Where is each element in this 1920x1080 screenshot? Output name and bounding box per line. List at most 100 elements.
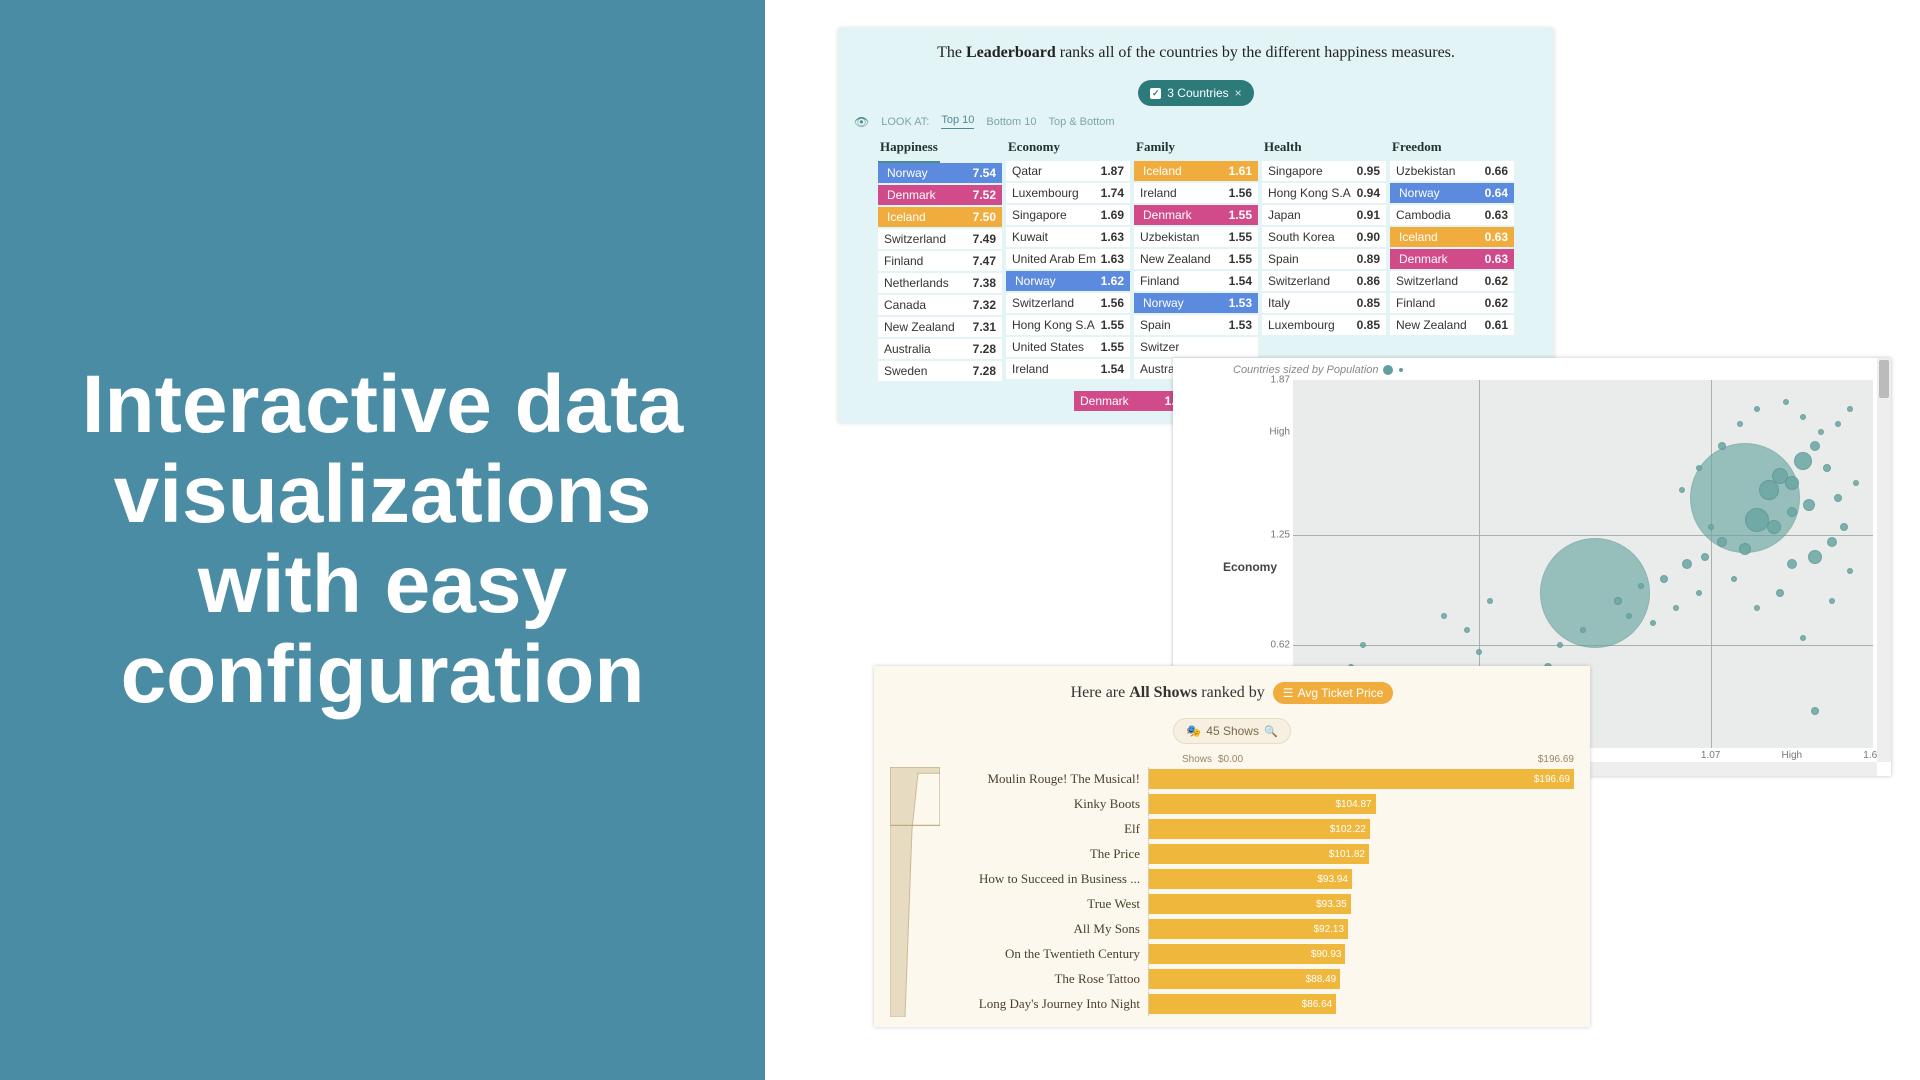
leaderboard-cell[interactable]: Canada7.32	[878, 295, 1002, 315]
scroll-thumb[interactable]	[1879, 360, 1889, 398]
leaderboard-cell[interactable]: Switzerland7.49	[878, 229, 1002, 249]
scrollbar-v[interactable]	[1877, 358, 1891, 762]
tab-topbottom[interactable]: Top & Bottom	[1049, 116, 1115, 128]
avg-price-pill[interactable]: ☰Avg Ticket Price	[1273, 682, 1394, 704]
leaderboard-cell[interactable]: New Zealand1.55	[1134, 249, 1258, 269]
tab-top10[interactable]: Top 10	[941, 114, 974, 129]
bubble[interactable]	[1835, 421, 1841, 427]
leaderboard-cell[interactable]: Ireland1.54	[1006, 359, 1130, 379]
leaderboard-cell[interactable]: Switzerland0.62	[1390, 271, 1514, 291]
bubble[interactable]	[1696, 590, 1702, 596]
leaderboard-cell[interactable]: United States1.55	[1006, 337, 1130, 357]
close-icon[interactable]: ×	[1235, 86, 1242, 100]
leaderboard-cell[interactable]: Cambodia0.63	[1390, 205, 1514, 225]
leaderboard-cell[interactable]: Finland1.54	[1134, 271, 1258, 291]
leaderboard-cell[interactable]: Luxembourg1.74	[1006, 183, 1130, 203]
leaderboard-cell[interactable]: Uzbekistan0.66	[1390, 161, 1514, 181]
leaderboard-cell[interactable]: Italy0.85	[1262, 293, 1386, 313]
bubble[interactable]	[1745, 508, 1769, 532]
bubble[interactable]	[1754, 605, 1760, 611]
bubble[interactable]	[1580, 627, 1586, 633]
bubble[interactable]	[1800, 414, 1806, 420]
bubble[interactable]	[1811, 707, 1819, 715]
bubble[interactable]	[1638, 583, 1644, 589]
leaderboard-cell[interactable]: Finland7.47	[878, 251, 1002, 271]
bar-row[interactable]: Elf$102.22	[946, 817, 1574, 841]
leaderboard-cell[interactable]: Norway7.54	[878, 163, 1002, 183]
countries-filter-pill[interactable]: ✓ 3 Countries ×	[1138, 80, 1253, 106]
leaderboard-cell[interactable]: United Arab Em1.63	[1006, 249, 1130, 269]
leaderboard-cell[interactable]: Uzbekistan1.55	[1134, 227, 1258, 247]
leaderboard-cell[interactable]: Spain1.53	[1134, 315, 1258, 335]
tab-bottom10[interactable]: Bottom 10	[986, 116, 1036, 128]
bubble[interactable]	[1808, 550, 1822, 564]
bubble[interactable]	[1717, 537, 1727, 547]
leaderboard-cell[interactable]: Hong Kong S.A1.55	[1006, 315, 1130, 335]
leaderboard-cell[interactable]: Sweden7.28	[878, 361, 1002, 381]
leaderboard-cell[interactable]: Singapore0.95	[1262, 161, 1386, 181]
leaderboard-cell[interactable]: Netherlands7.38	[878, 273, 1002, 293]
bubble[interactable]	[1464, 627, 1470, 633]
bar-row[interactable]: Kinky Boots$104.87	[946, 792, 1574, 816]
bubble[interactable]	[1754, 406, 1760, 412]
leaderboard-cell[interactable]: Iceland7.50	[878, 207, 1002, 227]
bar-row[interactable]: The Price$101.82	[946, 842, 1574, 866]
bubble[interactable]	[1739, 543, 1751, 555]
leaderboard-cell[interactable]: Denmark7.52	[878, 185, 1002, 205]
bubble[interactable]	[1650, 620, 1656, 626]
leaderboard-cell[interactable]: Norway0.64	[1390, 183, 1514, 203]
leaderboard-cell[interactable]: Hong Kong S.A0.94	[1262, 183, 1386, 203]
leaderboard-cell[interactable]: Kuwait1.63	[1006, 227, 1130, 247]
leaderboard-cell[interactable]: Norway1.62	[1006, 271, 1130, 291]
bubble[interactable]	[1660, 575, 1668, 583]
bubble[interactable]	[1360, 642, 1366, 648]
bubble[interactable]	[1673, 605, 1679, 611]
leaderboard-cell[interactable]: New Zealand0.61	[1390, 315, 1514, 335]
bubble[interactable]	[1690, 443, 1800, 553]
leaderboard-cell[interactable]: Norway1.53	[1134, 293, 1258, 313]
leaderboard-cell[interactable]: Japan0.91	[1262, 205, 1386, 225]
bubble[interactable]	[1785, 476, 1799, 490]
bubble[interactable]	[1840, 523, 1848, 531]
leaderboard-cell[interactable]: Switzer	[1134, 337, 1258, 357]
leaderboard-cell[interactable]: Ireland1.56	[1134, 183, 1258, 203]
bubble[interactable]	[1441, 613, 1447, 619]
bubble[interactable]	[1682, 559, 1692, 569]
bubble[interactable]	[1767, 520, 1781, 534]
leaderboard-cell[interactable]: Singapore1.69	[1006, 205, 1130, 225]
bubble[interactable]	[1708, 524, 1714, 530]
bar-row[interactable]: Long Day's Journey Into Night$86.64	[946, 992, 1574, 1016]
bubble[interactable]	[1800, 635, 1806, 641]
leaderboard-cell[interactable]: Spain0.89	[1262, 249, 1386, 269]
bubble[interactable]	[1614, 597, 1622, 605]
search-icon[interactable]: 🔍	[1264, 725, 1278, 738]
bubble[interactable]	[1847, 568, 1853, 574]
bubble[interactable]	[1679, 487, 1685, 493]
bubble[interactable]	[1787, 507, 1797, 517]
bubble[interactable]	[1759, 480, 1779, 500]
bubble[interactable]	[1853, 480, 1859, 486]
bubble[interactable]	[1827, 537, 1837, 547]
leaderboard-cell[interactable]: Luxembourg0.85	[1262, 315, 1386, 335]
bubble[interactable]	[1810, 441, 1820, 451]
bubble[interactable]	[1540, 538, 1650, 648]
bar-row[interactable]: How to Succeed in Business ...$93.94	[946, 867, 1574, 891]
bubble[interactable]	[1701, 553, 1709, 561]
bars-minimap[interactable]	[890, 767, 940, 1017]
bubble[interactable]	[1794, 452, 1812, 470]
bubble[interactable]	[1487, 598, 1493, 604]
leaderboard-cell[interactable]: Iceland0.63	[1390, 227, 1514, 247]
leaderboard-cell[interactable]: Iceland1.61	[1134, 161, 1258, 181]
leaderboard-cell[interactable]: Denmark0.63	[1390, 249, 1514, 269]
bubble[interactable]	[1776, 589, 1784, 597]
leaderboard-cell[interactable]: Qatar1.87	[1006, 161, 1130, 181]
bar-row[interactable]: The Rose Tattoo$88.49	[946, 967, 1574, 991]
bubble[interactable]	[1696, 465, 1702, 471]
bubble[interactable]	[1737, 421, 1743, 427]
bubble[interactable]	[1847, 406, 1853, 412]
bubble[interactable]	[1783, 399, 1789, 405]
leaderboard-cell[interactable]: New Zealand7.31	[878, 317, 1002, 337]
leaderboard-cell[interactable]: South Korea0.90	[1262, 227, 1386, 247]
leaderboard-cell[interactable]: Switzerland0.86	[1262, 271, 1386, 291]
bubble[interactable]	[1834, 494, 1842, 502]
